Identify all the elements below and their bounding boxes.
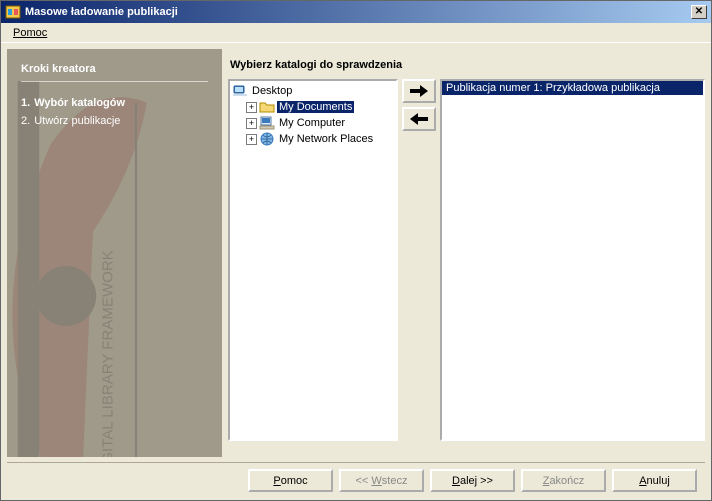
finish-button: Zakończ <box>521 469 606 492</box>
button-bar: Pomoc << Wstecz Dalej >> Zakończ Anuluj <box>7 462 705 498</box>
add-button[interactable] <box>402 79 436 103</box>
tree-row[interactable]: Desktop <box>232 83 394 99</box>
list-item[interactable]: Publikacja numer 1: Przykładowa publikac… <box>442 81 703 95</box>
wizard-steps: 1.Wybór katalogów 2.Utwórz publikacje <box>21 94 208 130</box>
expand-toggle[interactable]: + <box>246 102 257 113</box>
sidebar-content: Kroki kreatora 1.Wybór katalogów 2.Utwór… <box>7 49 222 144</box>
tree-label: My Computer <box>277 117 347 129</box>
tree-row[interactable]: + My Network Places <box>246 131 394 147</box>
expand-toggle[interactable]: + <box>246 118 257 129</box>
content-title: Wybierz katalogi do sprawdzenia <box>228 49 705 79</box>
selected-list: Publikacja numer 1: Przykładowa publikac… <box>442 81 703 95</box>
dialog-window: Masowe ładowanie publikacji ✕ Pomoc DIGI… <box>0 0 712 501</box>
tree-label: My Network Places <box>277 133 375 145</box>
sidebar-title: Kroki kreatora <box>21 63 208 82</box>
selected-list-panel[interactable]: Publikacja numer 1: Przykładowa publikac… <box>440 79 705 441</box>
folder-tree: Desktop + My Documents <box>230 81 396 149</box>
wizard-step: 2.Utwórz publikacje <box>21 112 208 130</box>
window-title: Masowe ładowanie publikacji <box>25 6 691 18</box>
close-button[interactable]: ✕ <box>691 5 707 19</box>
tree-node: + My Documents <box>246 99 394 115</box>
main-area: DIGITAL LIBRARY FRAMEWORK Kroki kreatora… <box>1 43 711 457</box>
folder-icon <box>259 99 275 115</box>
folder-tree-panel[interactable]: Desktop + My Documents <box>228 79 398 441</box>
content-panel: Wybierz katalogi do sprawdzenia Desktop <box>228 49 705 457</box>
svg-text:DIGITAL LIBRARY FRAMEWORK: DIGITAL LIBRARY FRAMEWORK <box>99 250 116 457</box>
network-icon <box>259 131 275 147</box>
tree-children: + My Documents + My Comput <box>232 99 394 147</box>
tree-row[interactable]: + My Documents <box>246 99 394 115</box>
tree-label: My Documents <box>277 101 354 113</box>
help-button[interactable]: Pomoc <box>248 469 333 492</box>
titlebar: Masowe ładowanie publikacji ✕ <box>1 1 711 23</box>
menu-help[interactable]: Pomoc <box>7 25 53 41</box>
back-button: << Wstecz <box>339 469 424 492</box>
next-button[interactable]: Dalej >> <box>430 469 515 492</box>
remove-button[interactable] <box>402 107 436 131</box>
picker-row: Desktop + My Documents <box>228 79 705 457</box>
transfer-buttons <box>402 79 436 457</box>
tree-node: + My Network Places <box>246 131 394 147</box>
tree-node-root: Desktop + My Documents <box>232 83 394 147</box>
desktop-icon <box>232 83 248 99</box>
tree-row[interactable]: + My Computer <box>246 115 394 131</box>
wizard-step: 1.Wybór katalogów <box>21 94 208 112</box>
computer-icon <box>259 115 275 131</box>
tree-node: + My Computer <box>246 115 394 131</box>
menubar: Pomoc <box>1 23 711 43</box>
expand-toggle[interactable]: + <box>246 134 257 145</box>
cancel-button[interactable]: Anuluj <box>612 469 697 492</box>
app-icon <box>5 4 21 20</box>
sidebar: DIGITAL LIBRARY FRAMEWORK Kroki kreatora… <box>7 49 222 457</box>
tree-label: Desktop <box>250 85 294 97</box>
